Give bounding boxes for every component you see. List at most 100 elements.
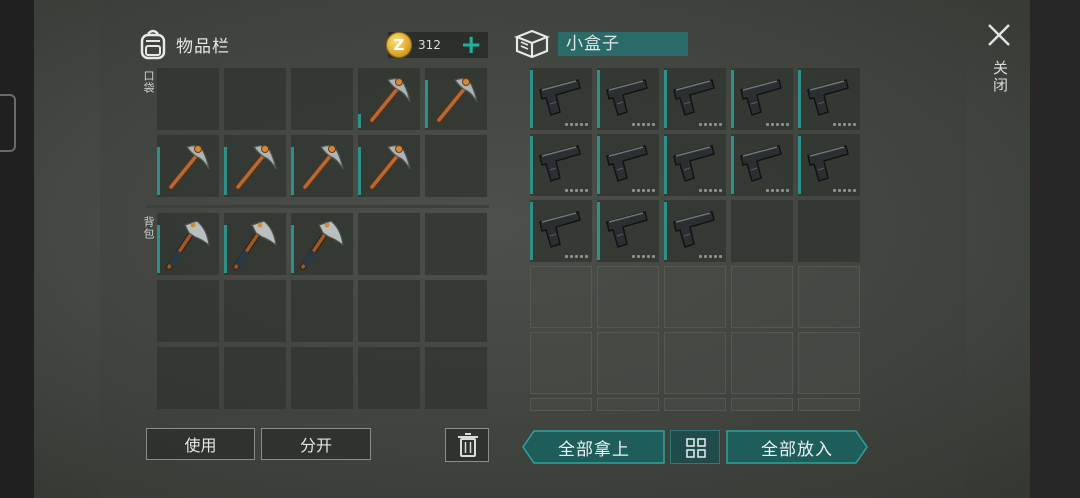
- empty-slot[interactable]: [731, 332, 793, 394]
- take-all-label: 全部拿上: [558, 439, 630, 460]
- pistol-slot[interactable]: [664, 200, 726, 262]
- empty-slot[interactable]: [358, 213, 420, 275]
- durability-bar: [157, 225, 160, 273]
- close-button-label[interactable]: 关闭: [990, 60, 1011, 94]
- durability-bar: [425, 80, 428, 128]
- pistol-slot[interactable]: [731, 68, 793, 130]
- coin-amount: 312: [418, 38, 441, 52]
- durability-bar: [664, 202, 667, 260]
- empty-slot[interactable]: [530, 266, 592, 328]
- durability-bar: [530, 136, 533, 194]
- split-button[interactable]: 分开: [261, 428, 371, 460]
- empty-slot[interactable]: [731, 200, 793, 262]
- empty-slot[interactable]: [425, 135, 487, 197]
- empty-slot[interactable]: [291, 68, 353, 130]
- durability-bar: [358, 114, 361, 128]
- empty-slot[interactable]: [157, 347, 219, 409]
- pocket-label: 口袋: [142, 70, 155, 94]
- backpack-label: 背包: [142, 216, 155, 240]
- durability-bar: [530, 70, 533, 128]
- empty-slot[interactable]: [157, 68, 219, 130]
- pickaxe-slot[interactable]: [425, 68, 487, 130]
- use-button[interactable]: 使用: [146, 428, 255, 460]
- trash-button[interactable]: [445, 428, 489, 462]
- durability-bar: [798, 70, 801, 128]
- hatchet-slot[interactable]: [157, 213, 219, 275]
- coin-counter: Z 312 +: [386, 32, 488, 58]
- pistol-icon: [606, 79, 648, 116]
- hatchet-slot[interactable]: [224, 213, 286, 275]
- ammo-dots: [632, 189, 655, 192]
- pickaxe-slot[interactable]: [157, 135, 219, 197]
- empty-slot[interactable]: [664, 266, 726, 328]
- pistol-icon: [807, 145, 849, 182]
- pistol-icon: [673, 211, 715, 248]
- pistol-slot[interactable]: [530, 68, 592, 130]
- durability-bar: [597, 70, 600, 128]
- section-divider: [146, 205, 489, 208]
- pickaxe-slot[interactable]: [358, 68, 420, 130]
- empty-slot[interactable]: [224, 347, 286, 409]
- pistol-icon: [539, 145, 581, 182]
- pistol-icon: [539, 79, 581, 116]
- empty-slot[interactable]: [597, 332, 659, 394]
- empty-slot[interactable]: [530, 332, 592, 394]
- put-all-button[interactable]: 全部放入: [726, 430, 868, 464]
- empty-slot[interactable]: [224, 280, 286, 342]
- durability-bar: [597, 202, 600, 260]
- empty-slot[interactable]: [425, 347, 487, 409]
- empty-slot[interactable]: [425, 280, 487, 342]
- pickaxe-slot[interactable]: [358, 135, 420, 197]
- add-coins-button[interactable]: +: [460, 32, 482, 58]
- right-edge: [1030, 0, 1080, 498]
- pistol-slot[interactable]: [798, 68, 860, 130]
- pistol-icon: [740, 145, 782, 182]
- pistol-icon: [807, 79, 849, 116]
- empty-slot[interactable]: [224, 68, 286, 130]
- empty-slot[interactable]: [798, 200, 860, 262]
- empty-slot[interactable]: [798, 398, 860, 411]
- pistol-icon: [740, 79, 782, 116]
- durability-bar: [664, 136, 667, 194]
- pistol-icon: [539, 211, 581, 248]
- empty-slot[interactable]: [358, 280, 420, 342]
- pistol-slot[interactable]: [597, 134, 659, 196]
- durability-bar: [291, 147, 294, 195]
- empty-slot[interactable]: [358, 347, 420, 409]
- pistol-slot[interactable]: [664, 68, 726, 130]
- pickaxe-icon: [302, 145, 344, 190]
- pistol-slot[interactable]: [798, 134, 860, 196]
- coin-icon: Z: [386, 32, 412, 58]
- close-icon[interactable]: [986, 22, 1012, 48]
- ammo-dots: [699, 255, 722, 258]
- empty-slot[interactable]: [731, 266, 793, 328]
- empty-slot[interactable]: [798, 332, 860, 394]
- take-all-button[interactable]: 全部拿上: [522, 430, 666, 464]
- empty-slot[interactable]: [664, 398, 726, 411]
- pistol-slot[interactable]: [597, 68, 659, 130]
- empty-slot[interactable]: [157, 280, 219, 342]
- hex-edge-icon: [0, 94, 16, 152]
- empty-slot[interactable]: [530, 398, 592, 411]
- empty-slot[interactable]: [731, 398, 793, 411]
- ammo-dots: [699, 123, 722, 126]
- empty-slot[interactable]: [291, 347, 353, 409]
- pickaxe-icon: [369, 78, 411, 123]
- empty-slot[interactable]: [291, 280, 353, 342]
- empty-slot[interactable]: [798, 266, 860, 328]
- hatchet-slot[interactable]: [291, 213, 353, 275]
- pistol-slot[interactable]: [597, 200, 659, 262]
- pistol-slot[interactable]: [530, 200, 592, 262]
- empty-slot[interactable]: [664, 332, 726, 394]
- pistol-slot[interactable]: [664, 134, 726, 196]
- pickaxe-slot[interactable]: [291, 135, 353, 197]
- durability-bar: [224, 225, 227, 273]
- pistol-slot[interactable]: [530, 134, 592, 196]
- empty-slot[interactable]: [425, 213, 487, 275]
- sort-grid-button[interactable]: [670, 430, 720, 464]
- empty-slot[interactable]: [597, 266, 659, 328]
- ammo-dots: [833, 123, 856, 126]
- pistol-slot[interactable]: [731, 134, 793, 196]
- empty-slot[interactable]: [597, 398, 659, 411]
- pickaxe-slot[interactable]: [224, 135, 286, 197]
